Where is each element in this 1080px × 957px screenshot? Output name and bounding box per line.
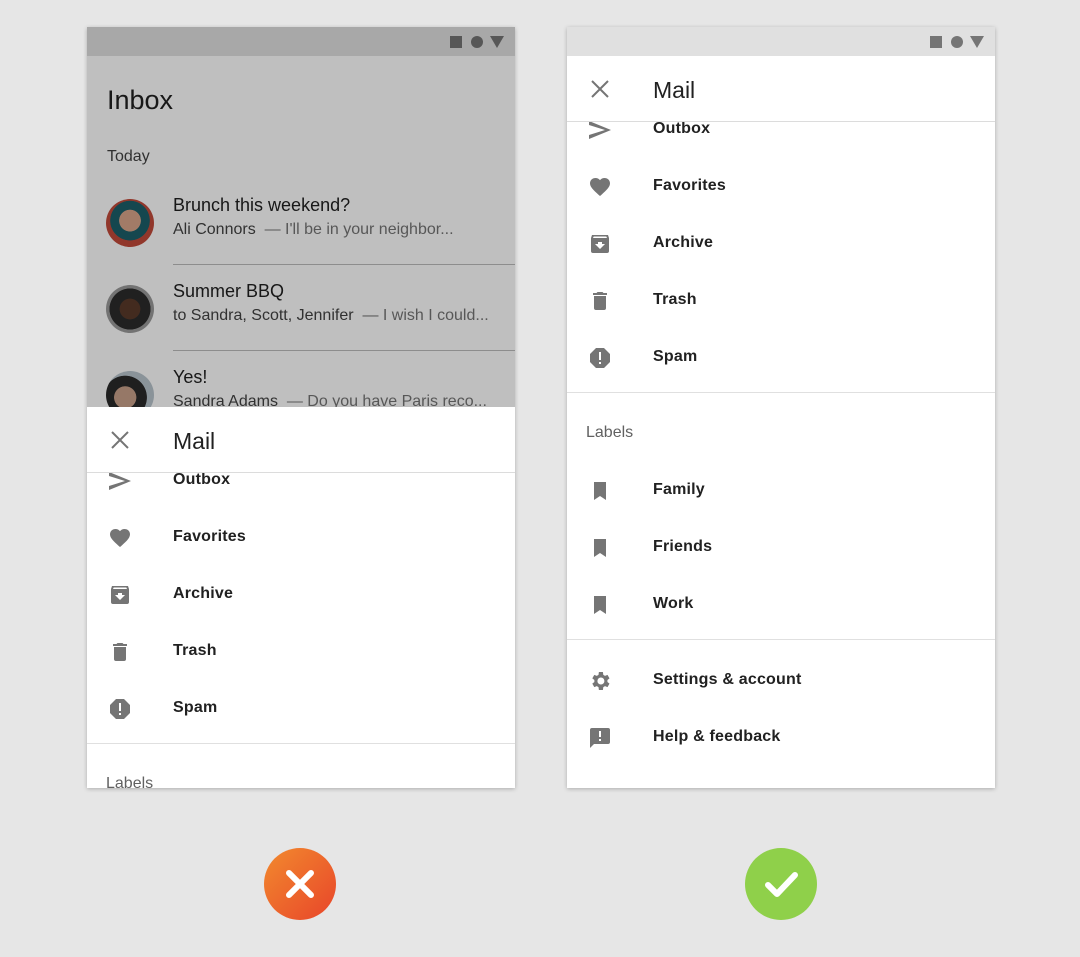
home-icon	[471, 36, 483, 48]
bookmark-icon	[588, 536, 612, 560]
drawer-title: Mail	[653, 77, 696, 103]
recents-icon	[450, 36, 462, 48]
status-bar	[87, 27, 515, 56]
spam-icon	[588, 346, 612, 370]
nav-item-label: Friends	[653, 538, 713, 555]
email-subject: Brunch this weekend?	[173, 195, 351, 215]
feedback-icon	[588, 726, 612, 750]
bookmark-icon	[588, 593, 612, 617]
nav-item-spam[interactable]: Spam	[87, 697, 515, 737]
nav-item-outbox[interactable]: Outbox	[567, 118, 995, 158]
email-subject: Yes!	[173, 367, 208, 387]
archive-icon	[108, 583, 132, 607]
nav-item-label: Trash	[173, 642, 217, 659]
trash-icon	[108, 640, 132, 664]
divider	[173, 350, 515, 351]
list-item[interactable]: Summer BBQ to Sandra, Scott, Jennifer — …	[87, 281, 515, 371]
close-icon[interactable]	[591, 80, 609, 98]
bookmark-icon	[588, 479, 612, 503]
email-preview: — I wish I could...	[362, 307, 489, 324]
nav-item-label: Help & feedback	[653, 728, 781, 745]
nav-item-label: Family	[653, 481, 705, 498]
phone-correct-example: Mail Outbox Favorites Archive Trash Spam…	[567, 27, 995, 788]
nav-item-label: Settings & account	[653, 671, 802, 688]
cross-icon	[286, 870, 314, 898]
divider	[173, 264, 515, 265]
nav-item-settings[interactable]: Settings & account	[567, 669, 995, 709]
trash-icon	[588, 289, 612, 313]
nav-item-family[interactable]: Family	[567, 479, 995, 519]
phone-incorrect-example: Inbox Today Brunch this weekend? Ali Con…	[87, 27, 515, 788]
close-icon[interactable]	[111, 431, 129, 449]
avatar	[106, 285, 154, 333]
divider	[87, 743, 515, 744]
nav-item-label: Spam	[653, 348, 698, 365]
nav-item-label: Work	[653, 595, 694, 612]
incorrect-badge	[264, 848, 336, 920]
nav-item-work[interactable]: Work	[567, 593, 995, 633]
drawer-header: Mail	[87, 407, 515, 473]
email-subject: Summer BBQ	[173, 281, 285, 301]
nav-item-archive[interactable]: Archive	[87, 583, 515, 623]
divider	[567, 392, 995, 393]
email-sender: Ali Connors	[173, 221, 256, 238]
nav-item-label: Outbox	[173, 471, 231, 488]
gear-icon	[588, 669, 612, 693]
spam-icon	[108, 697, 132, 721]
check-icon	[765, 872, 798, 897]
nav-item-trash[interactable]: Trash	[567, 289, 995, 329]
nav-item-label: Trash	[653, 291, 697, 308]
nav-item-favorites[interactable]: Favorites	[87, 526, 515, 566]
bottom-navigation-drawer: Mail Outbox Favorites Archive Trash Spam…	[87, 407, 515, 788]
drawer-title: Mail	[173, 428, 216, 454]
back-icon	[970, 36, 984, 48]
email-sender: to Sandra, Scott, Jennifer	[173, 307, 354, 324]
back-icon	[490, 36, 504, 48]
heart-icon	[108, 526, 132, 550]
section-header: Labels	[106, 775, 154, 788]
drawer-header: Mail	[567, 56, 995, 122]
nav-item-label: Archive	[173, 585, 234, 602]
divider	[567, 639, 995, 640]
nav-item-favorites[interactable]: Favorites	[567, 175, 995, 215]
section-header: Labels	[586, 424, 634, 441]
nav-item-label: Favorites	[653, 177, 726, 194]
nav-item-friends[interactable]: Friends	[567, 536, 995, 576]
heart-icon	[588, 175, 612, 199]
correct-badge	[745, 848, 817, 920]
nav-item-outbox[interactable]: Outbox	[87, 469, 515, 509]
email-preview: — I'll be in your neighbor...	[264, 221, 454, 238]
navigation-drawer: Mail Outbox Favorites Archive Trash Spam…	[567, 56, 995, 788]
nav-item-label: Archive	[653, 234, 714, 251]
nav-item-spam[interactable]: Spam	[567, 346, 995, 386]
nav-item-trash[interactable]: Trash	[87, 640, 515, 680]
nav-item-label: Spam	[173, 699, 218, 716]
nav-item-label: Favorites	[173, 528, 246, 545]
page-title: Inbox	[107, 85, 174, 115]
list-item[interactable]: Brunch this weekend? Ali Connors — I'll …	[87, 195, 515, 285]
status-bar	[567, 27, 995, 56]
home-icon	[951, 36, 963, 48]
avatar	[106, 199, 154, 247]
nav-item-archive[interactable]: Archive	[567, 232, 995, 272]
nav-item-help[interactable]: Help & feedback	[567, 726, 995, 766]
archive-icon	[588, 232, 612, 256]
nav-item-label: Outbox	[653, 120, 711, 137]
section-header: Today	[107, 148, 150, 165]
recents-icon	[930, 36, 942, 48]
